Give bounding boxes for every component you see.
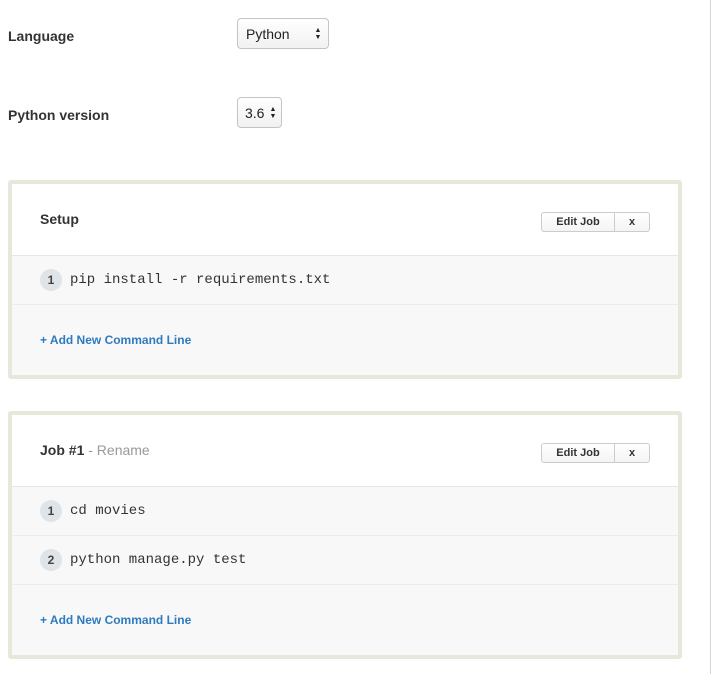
command-row[interactable]: 1 pip install -r requirements.txt (12, 256, 678, 305)
line-number-badge: 1 (40, 269, 62, 291)
right-divider (710, 0, 711, 674)
select-arrows-icon: ▲ ▼ (314, 26, 322, 41)
setup-edit-job-button[interactable]: Edit Job (541, 212, 615, 232)
job-title-text: Job #1 (40, 442, 85, 458)
language-select-value: Python (246, 25, 290, 42)
command-row[interactable]: 2 python manage.py test (12, 536, 678, 585)
job-title: Job #1 - Rename (40, 442, 150, 458)
line-number-badge: 2 (40, 549, 62, 571)
setup-button-group: Edit Job x (541, 212, 650, 232)
job-rename-link[interactable]: - Rename (88, 442, 149, 458)
select-arrows-icon: ▲ ▼ (269, 105, 277, 120)
command-text: cd movies (70, 503, 146, 519)
setup-add-command-link[interactable]: + Add New Command Line (40, 333, 191, 347)
command-text: python manage.py test (70, 552, 247, 568)
job-add-row: + Add New Command Line (12, 585, 678, 655)
setup-close-button[interactable]: x (615, 212, 650, 232)
job-close-button[interactable]: x (615, 443, 650, 463)
setup-card: Setup Edit Job x 1 pip install -r requir… (8, 180, 682, 379)
job-card: Job #1 - Rename Edit Job x 1 cd movies 2… (8, 411, 682, 659)
line-number-badge: 1 (40, 500, 62, 522)
python-version-select[interactable]: 3.6 ▲ ▼ (237, 97, 282, 128)
job-button-group: Edit Job x (541, 443, 650, 463)
setup-add-row: + Add New Command Line (12, 305, 678, 375)
job-edit-job-button[interactable]: Edit Job (541, 443, 615, 463)
setup-card-header: Setup Edit Job x (12, 184, 678, 256)
setup-title: Setup (40, 211, 79, 227)
language-label: Language (8, 28, 75, 44)
python-version-select-value: 3.6 (245, 104, 265, 121)
job-card-header: Job #1 - Rename Edit Job x (12, 415, 678, 487)
command-row[interactable]: 1 cd movies (12, 487, 678, 536)
job-add-command-link[interactable]: + Add New Command Line (40, 613, 191, 627)
python-version-label: Python version (8, 107, 110, 123)
language-select[interactable]: Python ▲ ▼ (237, 18, 329, 49)
command-text: pip install -r requirements.txt (70, 272, 331, 288)
page: Language Python ▲ ▼ Python version 3.6 ▲ ▼… (0, 0, 713, 674)
